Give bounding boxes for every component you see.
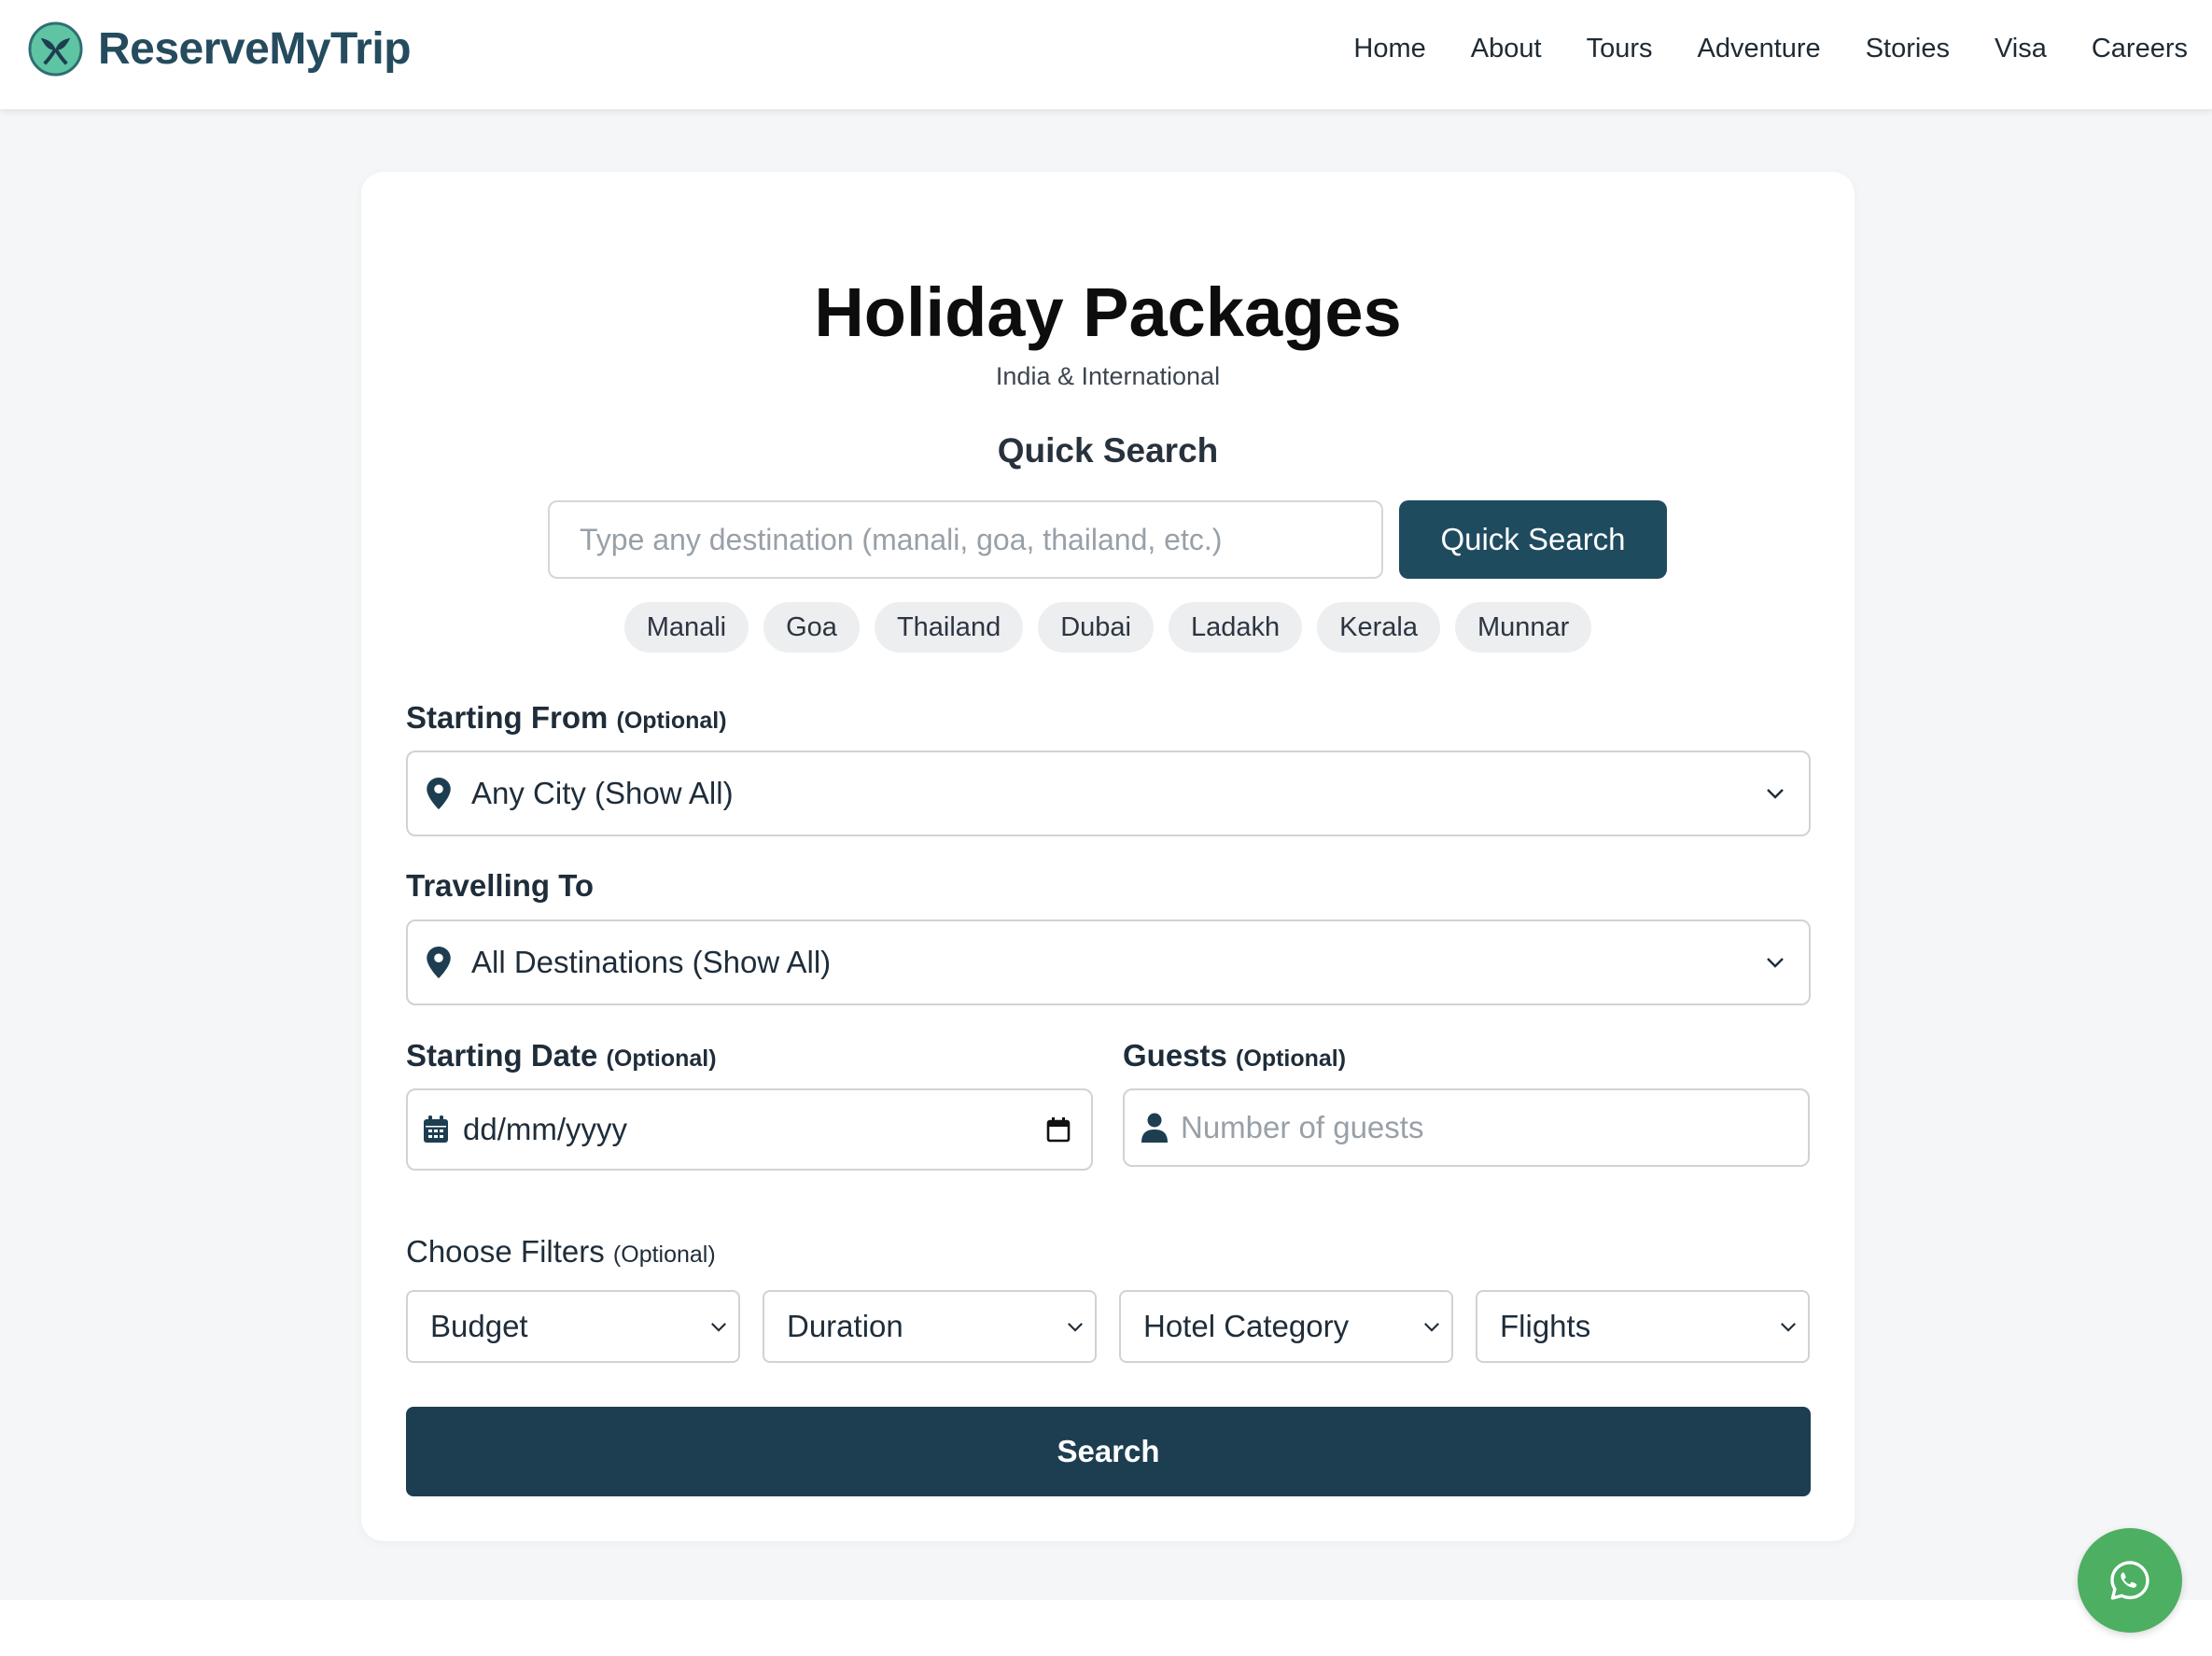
budget-select[interactable]: Budget	[406, 1290, 740, 1363]
map-pin-icon	[427, 778, 451, 809]
guests-input[interactable]	[1181, 1110, 1808, 1145]
hotel-category-select[interactable]: Hotel Category	[1119, 1290, 1453, 1363]
chip-thailand[interactable]: Thailand	[874, 602, 1024, 653]
starting-date-optional: (Optional)	[606, 1046, 717, 1072]
chevron-down-icon	[1424, 1322, 1439, 1332]
page-title: Holiday Packages	[814, 274, 1402, 351]
nav-careers[interactable]: Careers	[2092, 30, 2188, 67]
search-button[interactable]: Search	[406, 1407, 1811, 1496]
page-subtitle: India & International	[995, 362, 1221, 390]
nav-about[interactable]: About	[1471, 30, 1542, 67]
starting-date-label: Starting Date (Optional)	[406, 1038, 717, 1074]
guests-label: Guests (Optional)	[1123, 1038, 1346, 1074]
quick-search-button[interactable]: Quick Search	[1399, 500, 1667, 579]
whatsapp-button[interactable]	[2078, 1528, 2182, 1633]
nav-visa[interactable]: Visa	[1995, 30, 2047, 67]
chevron-down-icon	[1068, 1322, 1083, 1332]
starting-from-select[interactable]: Any City (Show All)	[406, 751, 1811, 836]
chevron-down-icon	[1767, 958, 1784, 968]
nav-adventure[interactable]: Adventure	[1697, 30, 1820, 67]
footer-band	[0, 1600, 2212, 1656]
quick-search-input[interactable]	[548, 500, 1383, 579]
travelling-to-label: Travelling To	[406, 868, 594, 904]
travelling-to-label-text: Travelling To	[406, 868, 595, 903]
whatsapp-icon	[2110, 1561, 2149, 1600]
duration-select[interactable]: Duration	[763, 1290, 1097, 1363]
nav-home[interactable]: Home	[1353, 30, 1425, 67]
travelling-to-value: All Destinations (Show All)	[471, 945, 832, 979]
starting-date-label-text: Starting Date	[406, 1038, 598, 1073]
main-nav: Home About Tours Adventure Stories Visa …	[1309, 30, 2188, 67]
hotel-category-value: Hotel Category	[1143, 1309, 1350, 1343]
nav-stories[interactable]: Stories	[1866, 30, 1950, 67]
chevron-down-icon	[711, 1322, 726, 1332]
starting-date-input[interactable]: dd/mm/yyyy	[406, 1088, 1093, 1171]
chip-ladakh[interactable]: Ladakh	[1168, 602, 1303, 653]
map-pin-icon	[427, 947, 451, 978]
chip-kerala[interactable]: Kerala	[1317, 602, 1440, 653]
person-icon	[1141, 1113, 1168, 1143]
guests-optional: (Optional)	[1236, 1046, 1347, 1072]
guests-field[interactable]	[1123, 1088, 1810, 1167]
starting-from-label-text: Starting From	[406, 700, 609, 735]
starting-date-value: dd/mm/yyyy	[463, 1112, 628, 1146]
quick-search-heading: Quick Search	[997, 431, 1219, 470]
brand-name: ReserveMyTrip	[98, 24, 412, 74]
chip-goa[interactable]: Goa	[763, 602, 860, 653]
duration-value: Duration	[787, 1309, 903, 1343]
starting-from-label: Starting From (Optional)	[406, 700, 727, 736]
starting-from-optional: (Optional)	[616, 708, 727, 734]
calendar-icon	[424, 1116, 448, 1143]
travelling-to-select[interactable]: All Destinations (Show All)	[406, 919, 1811, 1005]
guests-label-text: Guests	[1123, 1038, 1227, 1073]
starting-from-value: Any City (Show All)	[471, 776, 734, 810]
nav-tours[interactable]: Tours	[1587, 30, 1653, 67]
search-card: Holiday Packages India & International Q…	[361, 172, 1855, 1541]
chip-munnar[interactable]: Munnar	[1454, 602, 1592, 653]
date-picker-icon[interactable]	[1046, 1116, 1071, 1143]
chip-manali[interactable]: Manali	[623, 602, 749, 653]
chevron-down-icon	[1767, 789, 1784, 799]
budget-value: Budget	[430, 1309, 528, 1343]
flights-select[interactable]: Flights	[1476, 1290, 1810, 1363]
chip-dubai[interactable]: Dubai	[1038, 602, 1154, 653]
destination-chips: Manali Goa Thailand Dubai Ladakh Kerala …	[361, 602, 1855, 653]
flights-value: Flights	[1500, 1309, 1591, 1343]
leaf-globe-icon	[28, 21, 83, 77]
filters-label-text: Choose Filters	[406, 1234, 605, 1269]
filters-label: Choose Filters (Optional)	[406, 1234, 716, 1270]
chevron-down-icon	[1781, 1322, 1796, 1332]
site-header: ReserveMyTrip Home About Tours Adventure…	[0, 0, 2212, 110]
brand-logo[interactable]: ReserveMyTrip	[28, 21, 412, 77]
filters-optional: (Optional)	[612, 1242, 716, 1268]
